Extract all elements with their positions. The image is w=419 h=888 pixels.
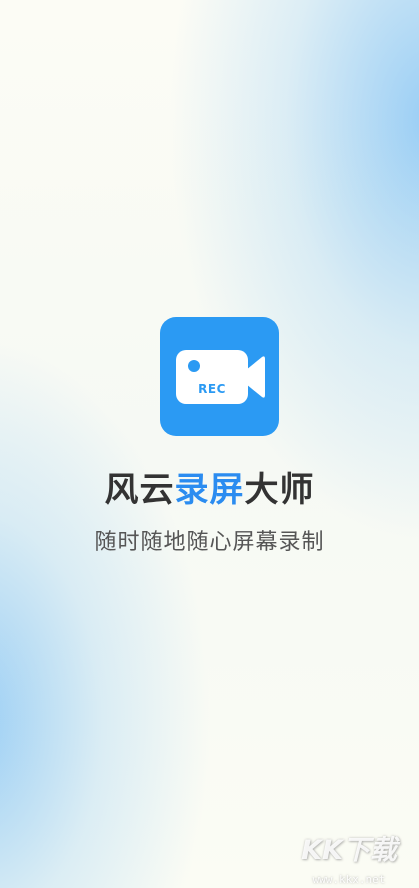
- camera-indicator-dot: [188, 360, 200, 372]
- app-title-suffix: 大师: [244, 470, 315, 510]
- app-title-highlight: 录屏: [174, 470, 245, 510]
- app-icon: REC: [160, 317, 279, 436]
- watermark-url: www.kkx.net: [312, 873, 386, 886]
- video-camera-icon: REC: [176, 350, 248, 404]
- app-slogan: 随时随地随心屏幕录制: [94, 530, 325, 555]
- app-title-prefix: 风云: [104, 470, 175, 510]
- app-title: 风云录屏大师: [0, 462, 419, 511]
- rec-badge: REC: [198, 382, 226, 396]
- camera-lens-icon: [246, 356, 265, 398]
- splash-screen: REC 风云录屏大师 随时随地随心屏幕录制: [0, 0, 419, 888]
- site-watermark: KK下载 www.kkx.net: [289, 814, 409, 886]
- watermark-logo: KK下载: [301, 835, 397, 866]
